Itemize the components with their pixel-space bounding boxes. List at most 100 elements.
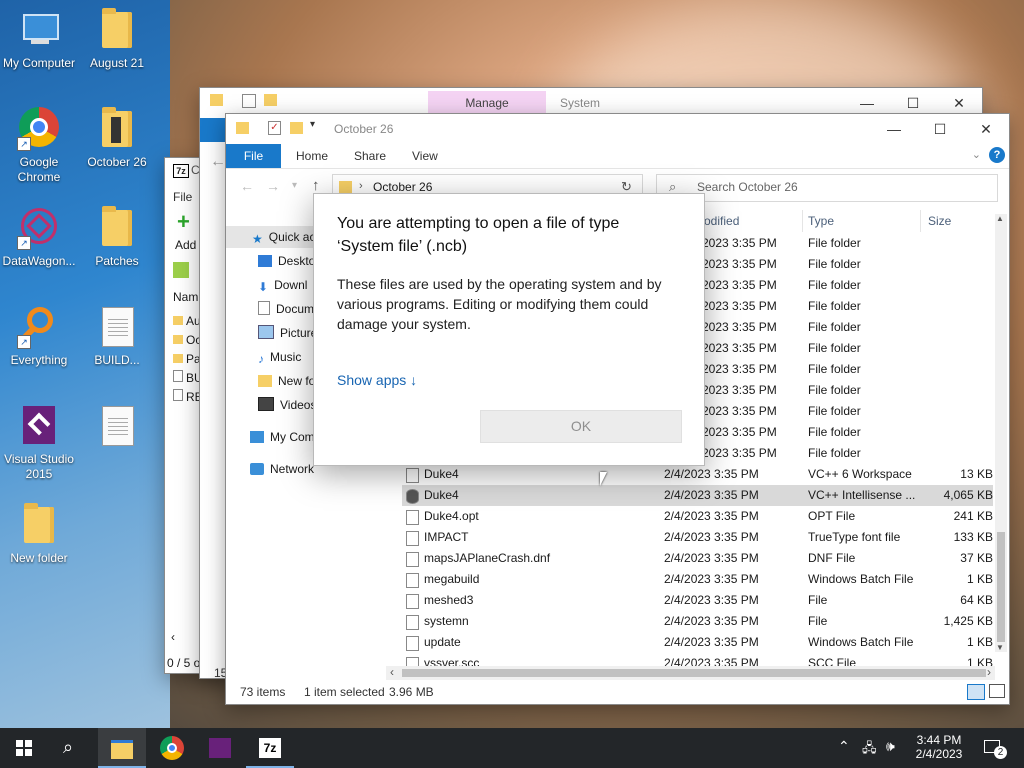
close-button[interactable]: ✕ [963, 114, 1009, 144]
search-button[interactable]: ⌕ [48, 728, 96, 768]
desktop-icon-document[interactable] [78, 404, 156, 452]
document-icon [95, 404, 139, 448]
mouse-cursor-icon [600, 472, 607, 486]
up-arrow-icon[interactable]: ↑ [312, 177, 320, 194]
desktop-icon-everything[interactable]: ↗ Everything [0, 305, 78, 368]
7zip-name-header[interactable]: Nam [173, 290, 198, 304]
properties-icon[interactable] [242, 94, 256, 108]
tab-share[interactable]: Share [354, 144, 386, 168]
nav-videos[interactable]: Videos [258, 394, 316, 416]
chrome-icon: ↗ [17, 107, 61, 151]
desktop-icon-october-26[interactable]: October 26 [78, 107, 156, 170]
clock[interactable]: 3:44 PM 2/4/2023 [906, 728, 972, 768]
nav-downloads[interactable]: ⬇ Downl [258, 274, 307, 296]
title-bar[interactable]: ✓ ▾ October 26 — ☐ ✕ [226, 114, 1009, 144]
desktop-icon-label: New folder [10, 551, 68, 565]
visual-studio-icon [17, 404, 61, 448]
desktop-icon-new-folder[interactable]: New folder [0, 503, 78, 566]
search-input[interactable]: ⌕ Search October 26 [656, 174, 998, 202]
maximize-button[interactable]: ☐ [917, 114, 963, 144]
back-arrow-icon[interactable]: ← [240, 178, 254, 194]
taskbar-7zip[interactable]: 7z [246, 728, 294, 768]
new-folder-icon[interactable] [264, 94, 277, 106]
status-item-count: 73 items [240, 685, 286, 699]
column-header-date-modified[interactable]: odified [704, 214, 739, 232]
horizontal-scrollbar[interactable]: ‹ › [386, 665, 995, 680]
ok-button[interactable]: OK [480, 410, 682, 443]
ribbon-expand-chevron-icon[interactable]: ⌄ [972, 148, 981, 161]
row-type: File folder [808, 299, 861, 313]
properties-icon[interactable]: ✓ [268, 121, 281, 135]
scroll-right-arrow-icon[interactable]: › [987, 665, 991, 679]
table-row[interactable]: Duke4 2/4/2023 3:35 PM VC++ 6 Workspace 13 … [402, 464, 993, 485]
new-folder-icon[interactable] [290, 122, 303, 134]
row-date: 2/4/2023 3:35 PM [664, 467, 759, 481]
7zip-file-menu[interactable]: File [173, 190, 192, 204]
volume-icon[interactable]: 🕪 [886, 738, 895, 755]
row-type: File folder [808, 425, 861, 439]
manage-tab[interactable]: Manage [428, 91, 546, 115]
desktop-icon-datawagon[interactable]: ↗ DataWagon... [0, 206, 78, 269]
desktop-icon-august-21[interactable]: August 21 [78, 8, 156, 71]
minimize-button[interactable]: — [871, 114, 917, 144]
up-folder-icon[interactable] [173, 262, 189, 278]
taskbar-visual-studio[interactable] [196, 728, 244, 768]
nav-music[interactable]: ♪ Music [258, 346, 301, 368]
desktop-icon-my-computer[interactable]: My Computer [0, 8, 78, 71]
details-view-icon[interactable] [967, 684, 985, 700]
show-hidden-icons-chevron-icon[interactable]: ⌃ [838, 738, 850, 755]
table-row[interactable]: Duke4.opt 2/4/2023 3:35 PM OPT File 241 KB [402, 506, 993, 527]
nav-documents[interactable]: Docum [258, 298, 314, 320]
nav-desktop[interactable]: Deskto [258, 250, 315, 272]
desktop-icon-visual-studio-2015[interactable]: Visual Studio 2015 [0, 404, 78, 482]
tab-view[interactable]: View [412, 144, 438, 168]
nav-my-computer[interactable]: My Com [250, 426, 315, 448]
start-button[interactable] [0, 728, 48, 768]
row-date: 2023 3:35 PM [702, 257, 777, 271]
nav-new-folder[interactable]: New fo [258, 370, 315, 392]
file-tab[interactable] [200, 118, 226, 142]
back-arrow-icon[interactable]: ← [210, 153, 226, 171]
column-header-type[interactable]: Type [808, 214, 834, 232]
desktop-icon-label: Visual Studio 2015 [4, 452, 74, 481]
table-row[interactable]: IMPACT 2/4/2023 3:35 PM TrueType font file… [402, 527, 993, 548]
7zip-add-button-label[interactable]: Add [175, 238, 196, 252]
action-center-button[interactable]: 2 [980, 728, 1020, 768]
table-row[interactable]: systemn 2/4/2023 3:35 PM File 1,425 KB [402, 611, 993, 632]
table-row[interactable]: mapsJAPlaneCrash.dnf 2/4/2023 3:35 PM DNF … [402, 548, 993, 569]
folder-icon [339, 181, 352, 193]
row-size: 133 KB [953, 530, 993, 544]
nav-pictures[interactable]: Picture [258, 322, 317, 344]
tab-home[interactable]: Home [296, 144, 328, 168]
customize-toolbar-chevron-icon[interactable]: ▾ [310, 119, 315, 130]
table-row[interactable]: update 2/4/2023 3:35 PM Windows Batch File… [402, 632, 993, 653]
desktop-icon-build[interactable]: BUILD... [78, 305, 156, 368]
table-row[interactable]: megabuild 2/4/2023 3:35 PM Windows Batch F… [402, 569, 993, 590]
forward-arrow-icon[interactable]: → [266, 178, 280, 194]
network-icon[interactable]: 🖧 [862, 739, 877, 761]
row-size: 13 KB [960, 467, 993, 481]
show-apps-link[interactable]: Show apps ↓ [337, 372, 417, 388]
taskbar-chrome[interactable] [148, 728, 196, 768]
scroll-up-arrow-icon[interactable]: ▲ [996, 214, 1004, 223]
large-icons-view-icon[interactable] [989, 684, 1005, 698]
table-row[interactable]: Duke4 2/4/2023 3:35 PM VC++ Intellisense .… [402, 485, 993, 506]
open-file-dialog[interactable]: You are attempting to open a file of typ… [313, 193, 705, 466]
add-plus-icon[interactable]: + [177, 211, 193, 233]
vertical-scrollbar[interactable]: ▲ ▼ [995, 214, 1007, 652]
tab-file[interactable]: File [226, 144, 281, 168]
breadcrumb[interactable]: October 26 [373, 180, 432, 194]
help-icon[interactable]: ? [989, 147, 1005, 163]
scroll-down-arrow-icon[interactable]: ▼ [996, 643, 1004, 652]
desktop-icon-patches[interactable]: Patches [78, 206, 156, 269]
row-type: File [808, 593, 828, 607]
recent-locations-chevron-icon[interactable]: ▾ [292, 180, 297, 191]
taskbar-file-explorer[interactable] [98, 728, 146, 768]
scroll-left-arrow-icon[interactable]: ‹ [171, 630, 175, 644]
nav-network[interactable]: Network [250, 458, 314, 480]
desktop-icon-google-chrome[interactable]: ↗ Google Chrome [0, 107, 78, 185]
scroll-left-arrow-icon[interactable]: ‹ [390, 665, 394, 679]
column-header-size[interactable]: Size [928, 214, 951, 232]
table-row[interactable]: meshed3 2/4/2023 3:35 PM File 64 KB [402, 590, 993, 611]
row-type: Windows Batch File [808, 572, 914, 586]
